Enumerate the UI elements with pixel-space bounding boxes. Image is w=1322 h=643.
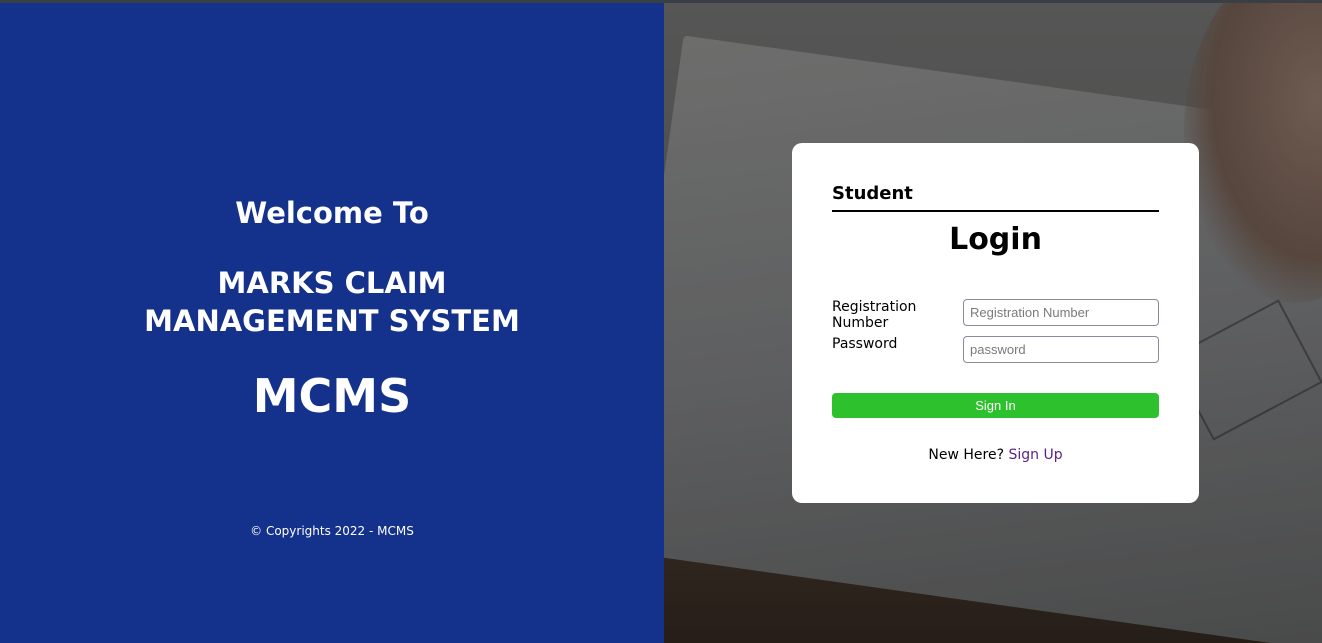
password-input[interactable]: [963, 336, 1159, 363]
system-name-line-2: MANAGEMENT SYSTEM: [144, 304, 520, 338]
system-acronym: MCMS: [252, 369, 412, 423]
signup-prompt-text: New Here?: [928, 447, 1005, 463]
system-name-line-1: MARKS CLAIM: [217, 266, 447, 300]
welcome-panel: Welcome To MARKS CLAIM MANAGEMENT SYSTEM…: [0, 3, 664, 643]
sign-in-button[interactable]: Sign In: [832, 393, 1159, 418]
login-title: Login: [949, 222, 1042, 257]
copyright-text: © Copyrights 2022 - MCMS: [250, 524, 414, 538]
system-name-heading: MARKS CLAIM MANAGEMENT SYSTEM: [0, 264, 664, 340]
signup-prompt-line: New Here? Sign Up: [832, 447, 1159, 463]
role-title: Student: [832, 183, 1159, 212]
password-label: Password: [832, 336, 898, 352]
registration-number-label: Registration Number: [832, 299, 917, 331]
registration-number-input[interactable]: [963, 299, 1159, 326]
sign-up-link[interactable]: Sign Up: [1008, 447, 1062, 463]
welcome-heading: Welcome To: [235, 196, 429, 230]
login-card: Student Login Registration Number Passwo…: [792, 143, 1199, 503]
